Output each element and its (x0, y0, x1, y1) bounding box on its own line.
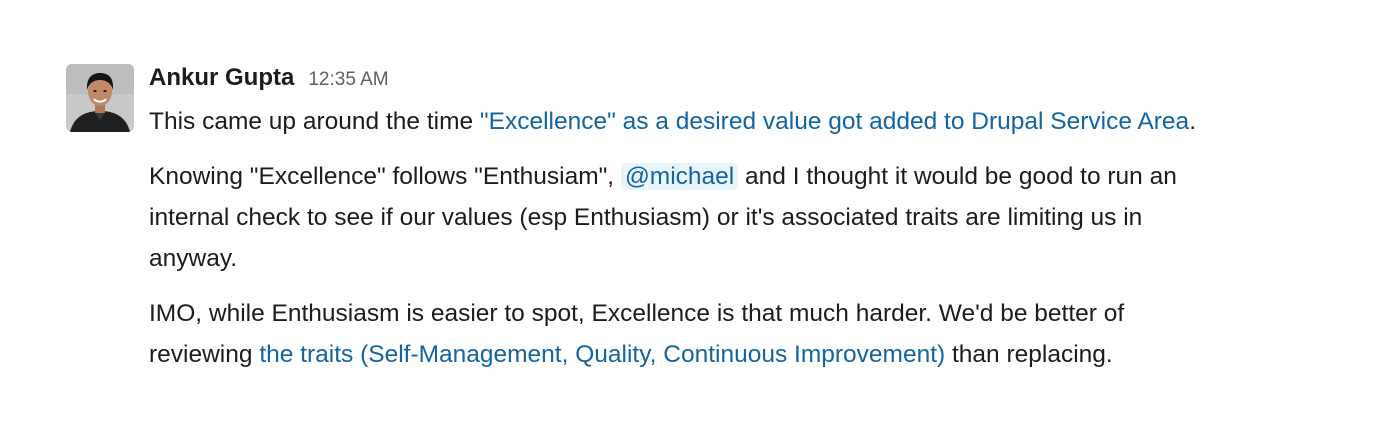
message-paragraph-1: This came up around the time "Excellence… (149, 101, 1369, 142)
paragraph-2-line-2: internal check to see if our values (esp… (149, 204, 1143, 231)
paragraph-2-line-3: anyway. (149, 245, 238, 272)
paragraph-1-period: . (1189, 108, 1196, 135)
avatar-image (66, 64, 134, 132)
user-avatar-photo[interactable] (66, 64, 134, 132)
message-body: This came up around the time "Excellence… (149, 101, 1369, 375)
paragraph-2-text-after-mention: and I thought it would be good to run an (738, 163, 1177, 190)
message-timestamp[interactable]: 12:35 AM (308, 69, 388, 91)
paragraph-3-text-before-link: reviewing (149, 341, 260, 368)
paragraph-2-text-before-mention: Knowing "Excellence" follows "Enthusiam"… (149, 163, 621, 190)
message-paragraph-3: IMO, while Enthusiasm is easier to spot,… (149, 293, 1369, 375)
traits-link[interactable]: the traits (Self-Management, Quality, Co… (259, 341, 945, 368)
user-mention-michael[interactable]: @michael (620, 163, 739, 190)
message-header: Ankur Gupta 12:35 AM (149, 64, 389, 96)
paragraph-3-line-1: IMO, while Enthusiasm is easier to spot,… (149, 300, 1125, 327)
chat-message: Ankur Gupta 12:35 AM This came up around… (0, 0, 1387, 441)
author-name[interactable]: Ankur Gupta (149, 64, 294, 92)
message-paragraph-2: Knowing "Excellence" follows "Enthusiam"… (149, 156, 1369, 279)
drupal-service-area-link[interactable]: "Excellence" as a desired value got adde… (480, 108, 1189, 135)
paragraph-1-text: This came up around the time (149, 108, 480, 135)
paragraph-3-text-after-link: than replacing. (945, 341, 1113, 368)
